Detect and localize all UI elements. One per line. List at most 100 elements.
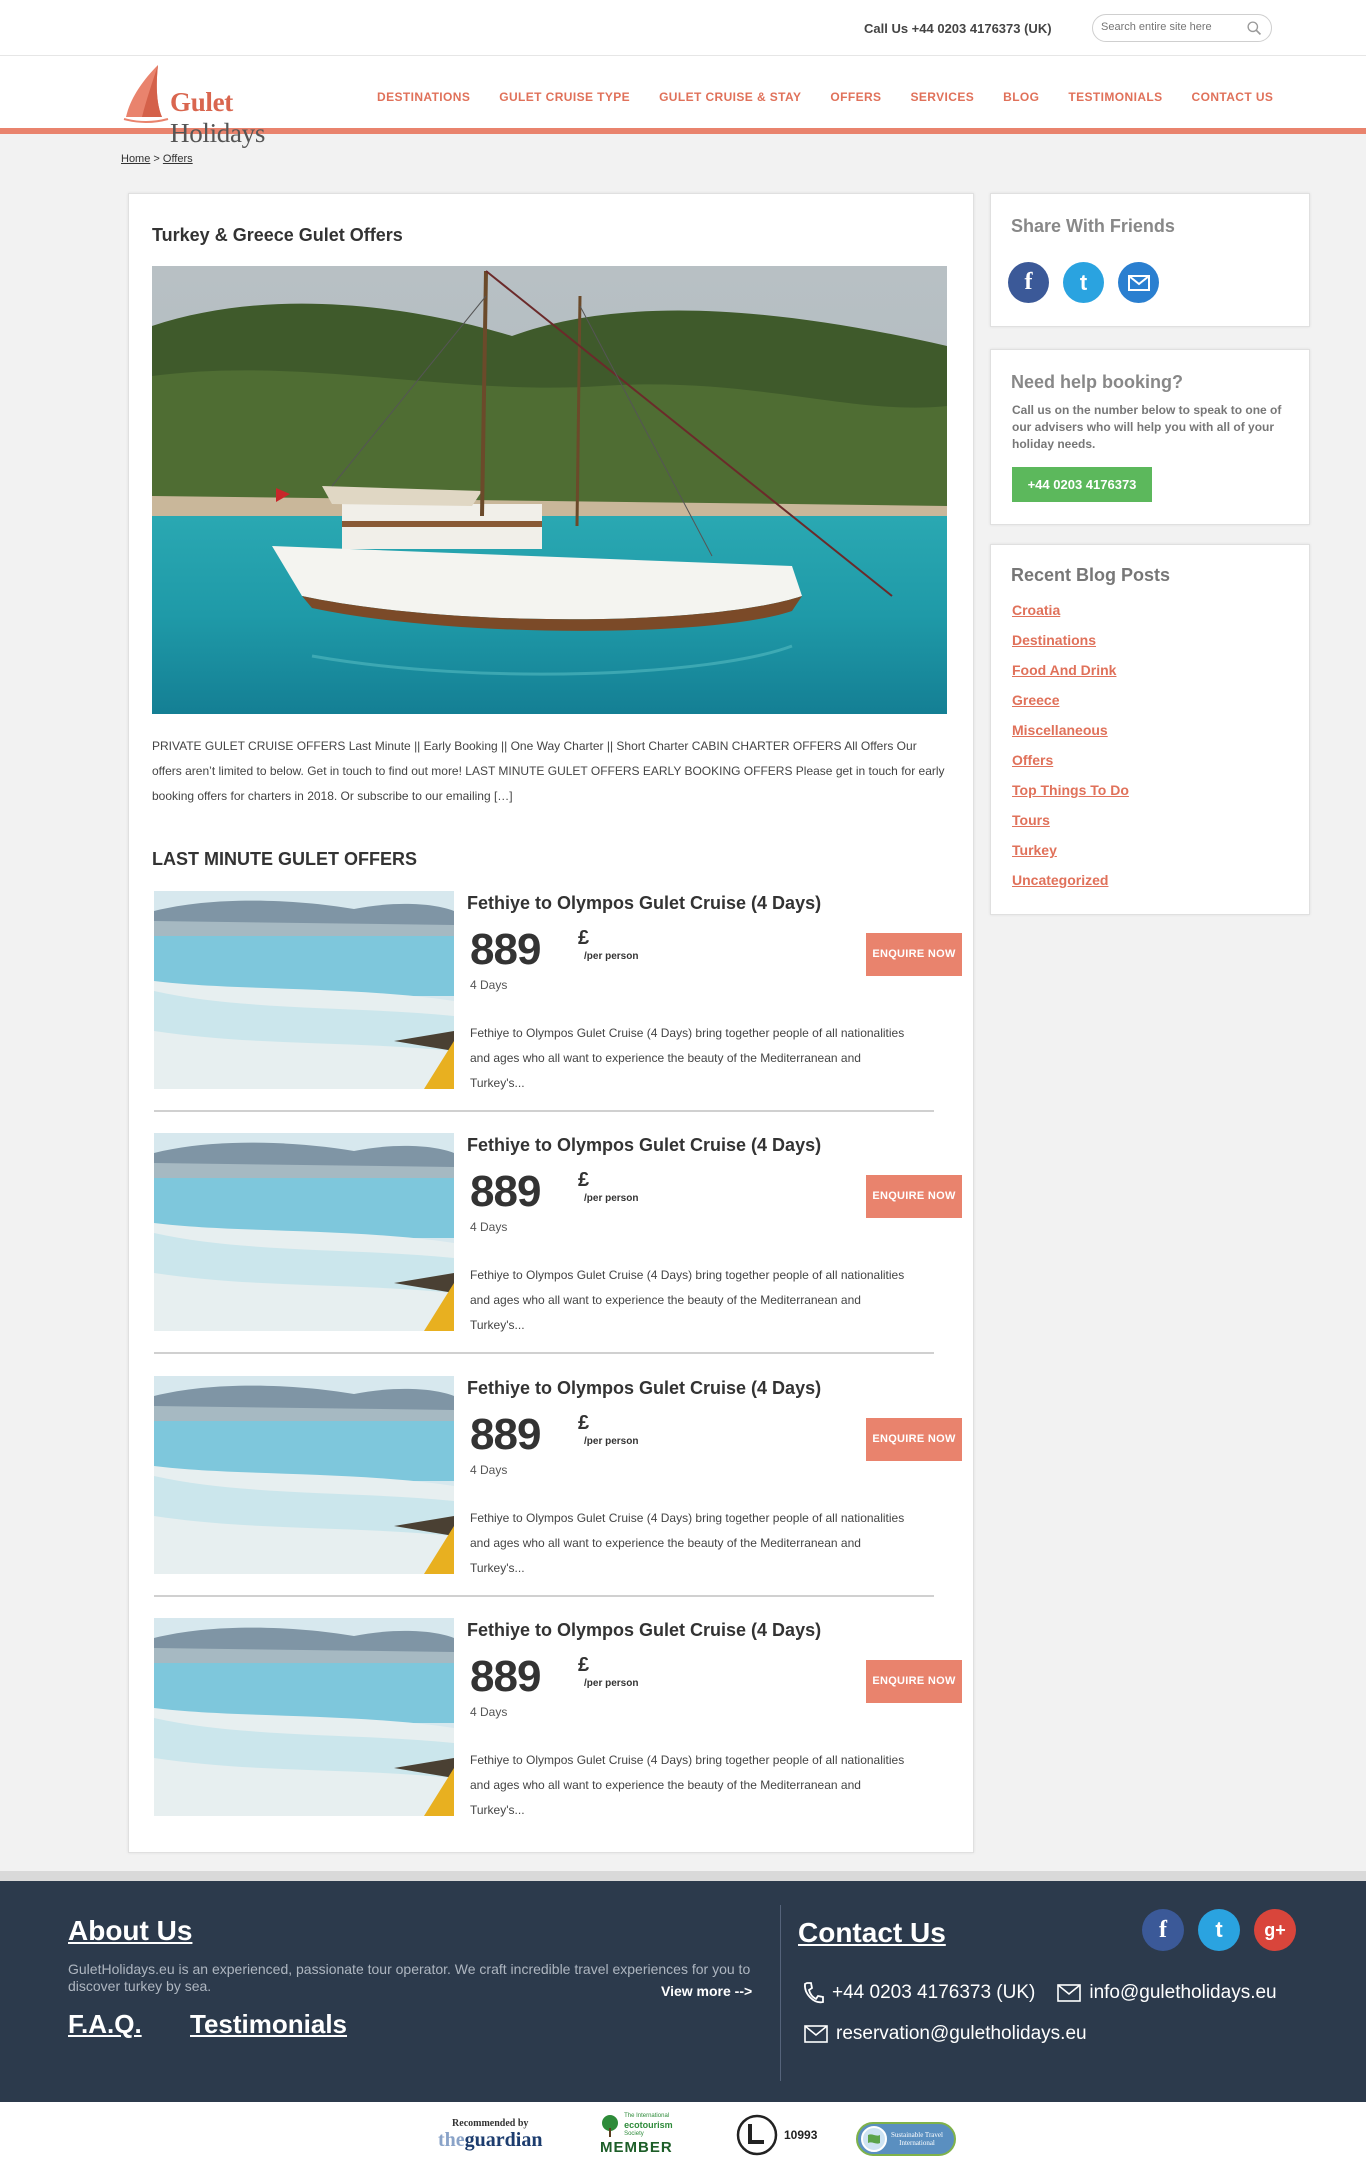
- offer-divider: [154, 1110, 934, 1112]
- twitter-icon[interactable]: t: [1063, 262, 1104, 303]
- site-footer: About Us GuletHolidays.eu is an experien…: [0, 1871, 1366, 2102]
- nav-destinations[interactable]: DESTINATIONS: [377, 90, 470, 104]
- hero-image-gulet: [152, 266, 947, 714]
- offer-title[interactable]: Fethiye to Olympos Gulet Cruise (4 Days): [467, 1620, 821, 1641]
- offer-beach-image[interactable]: [154, 1618, 454, 1816]
- share-icons: f t: [1008, 262, 1159, 303]
- facebook-icon[interactable]: f: [1008, 262, 1049, 303]
- footer-reservation-email[interactable]: reservation@guletholidays.eu: [836, 2023, 1087, 2045]
- site-logo[interactable]: Gulet Holidays: [122, 63, 332, 148]
- nav-contact-us[interactable]: CONTACT US: [1192, 90, 1274, 104]
- mail-icon: [1057, 1984, 1082, 2002]
- breadcrumb-current[interactable]: Offers: [163, 153, 193, 165]
- footer-faq-link[interactable]: F.A.Q.: [68, 2009, 142, 2040]
- google-plus-icon[interactable]: g+: [1254, 1909, 1296, 1951]
- blog-link-greece[interactable]: Greece: [1012, 692, 1059, 708]
- blog-link-croatia[interactable]: Croatia: [1012, 602, 1060, 618]
- guardian-logo[interactable]: Recommended by theguardian: [438, 2118, 542, 2151]
- footer-contact-link[interactable]: Contact Us: [798, 1917, 946, 1949]
- section-title: LAST MINUTE GULET OFFERS: [152, 849, 417, 869]
- blog-link-turkey[interactable]: Turkey: [1012, 842, 1057, 858]
- blog-link-food-and-drink[interactable]: Food And Drink: [1012, 662, 1116, 678]
- enquire-now-button[interactable]: ENQUIRE NOW: [866, 1418, 962, 1461]
- main-menu: DESTINATIONS GULET CRUISE TYPE GULET CRU…: [377, 90, 1302, 104]
- footer-divider: [780, 1905, 781, 2081]
- enquire-now-button[interactable]: ENQUIRE NOW: [866, 1175, 962, 1218]
- sustainable-travel-logo[interactable]: Sustainable Travel International: [856, 2122, 956, 2156]
- breadcrumb-separator: >: [150, 153, 163, 165]
- offer-beach-image[interactable]: [154, 1376, 454, 1574]
- blog-list: Croatia Destinations Food And Drink Gree…: [1012, 602, 1129, 902]
- email-icon[interactable]: [1118, 262, 1159, 303]
- call-phone-button[interactable]: +44 0203 4176373: [1012, 467, 1152, 502]
- blog-link-miscellaneous[interactable]: Miscellaneous: [1012, 722, 1108, 738]
- footer-phone[interactable]: +44 0203 4176373 (UK): [832, 1982, 1035, 2004]
- page-title: Turkey & Greece Gulet Offers: [152, 225, 403, 245]
- search-input[interactable]: [1101, 21, 1241, 33]
- blog-item: Greece: [1012, 692, 1129, 722]
- enquire-now-button[interactable]: ENQUIRE NOW: [866, 1660, 962, 1703]
- help-booking-widget: Need help booking? Call us on the number…: [990, 349, 1310, 525]
- offer-beach-image[interactable]: [154, 1133, 454, 1331]
- offer-price: 889: [470, 1167, 541, 1216]
- footer-testimonials-link[interactable]: Testimonials: [190, 2009, 347, 2040]
- sail-logo-icon: [123, 65, 169, 123]
- footer-email[interactable]: info@guletholidays.eu: [1089, 1982, 1276, 2004]
- intro-text: PRIVATE GULET CRUISE OFFERS Last Minute …: [152, 739, 945, 803]
- offer-description: Fethiye to Olympos Gulet Cruise (4 Days)…: [470, 1026, 905, 1090]
- offer-card: Fethiye to Olympos Gulet Cruise (4 Days)…: [154, 1133, 962, 1354]
- nav-gulet-cruise-type[interactable]: GULET CRUISE TYPE: [499, 90, 630, 104]
- header-phone[interactable]: Call Us +44 0203 4176373 (UK): [864, 21, 1052, 36]
- facebook-icon[interactable]: f: [1142, 1909, 1184, 1951]
- twitter-icon[interactable]: t: [1198, 1909, 1240, 1951]
- mail-icon: [804, 2025, 828, 2043]
- blog-link-destinations[interactable]: Destinations: [1012, 632, 1096, 648]
- footer-about-link[interactable]: About Us: [68, 1915, 192, 1947]
- partner-logos: Recommended by theguardian The Internati…: [0, 2102, 1366, 2182]
- ecotourism-logo[interactable]: The International ecotourism Society MEM…: [600, 2112, 673, 2156]
- nav-testimonials[interactable]: TESTIMONIALS: [1068, 90, 1162, 104]
- offer-description: Fethiye to Olympos Gulet Cruise (4 Days)…: [470, 1511, 905, 1575]
- tree-icon: [602, 2114, 619, 2137]
- blog-link-tours[interactable]: Tours: [1012, 812, 1050, 828]
- footer-view-more-link[interactable]: View more -->: [661, 1983, 752, 1999]
- offer-duration: 4 Days: [470, 1220, 508, 1234]
- nav-offers[interactable]: OFFERS: [830, 90, 881, 104]
- offer-price: 889: [470, 1652, 541, 1701]
- offer-beach-image[interactable]: [154, 891, 454, 1089]
- phone-icon: [804, 1982, 824, 2004]
- offer-divider: [154, 1352, 934, 1354]
- blog-item: Tours: [1012, 812, 1129, 842]
- offer-title[interactable]: Fethiye to Olympos Gulet Cruise (4 Days): [467, 1378, 821, 1399]
- offer-price: 889: [470, 925, 541, 974]
- nav-gulet-cruise-stay[interactable]: GULET CRUISE & STAY: [659, 90, 801, 104]
- breadcrumb-home[interactable]: Home: [121, 153, 150, 165]
- globe-icon: [861, 2126, 887, 2152]
- recent-blog-posts: Recent Blog Posts Croatia Destinations F…: [990, 544, 1310, 915]
- offer-price: 889: [470, 1410, 541, 1459]
- nav-blog[interactable]: BLOG: [1003, 90, 1039, 104]
- help-title: Need help booking?: [1011, 372, 1184, 392]
- blog-link-uncategorized[interactable]: Uncategorized: [1012, 872, 1108, 888]
- search-icon[interactable]: [1246, 20, 1263, 37]
- blog-item: Food And Drink: [1012, 662, 1129, 692]
- offer-title[interactable]: Fethiye to Olympos Gulet Cruise (4 Days): [467, 1135, 821, 1156]
- offer-per-person: /per person: [584, 951, 639, 962]
- offer-currency: £: [578, 1169, 590, 1191]
- nav-services[interactable]: SERVICES: [910, 90, 974, 104]
- blog-item: Croatia: [1012, 602, 1129, 632]
- blog-link-offers[interactable]: Offers: [1012, 752, 1053, 768]
- offer-duration: 4 Days: [470, 1463, 508, 1477]
- offer-per-person: /per person: [584, 1678, 639, 1689]
- blog-link-top-things-to-do[interactable]: Top Things To Do: [1012, 782, 1129, 798]
- search-box[interactable]: [1092, 14, 1272, 42]
- offer-title[interactable]: Fethiye to Olympos Gulet Cruise (4 Days): [467, 893, 821, 914]
- footer-reservation-line: reservation@guletholidays.eu: [804, 2023, 1087, 2045]
- blog-item: Uncategorized: [1012, 872, 1129, 902]
- share-title: Share With Friends: [1011, 216, 1175, 236]
- tursab-license-logo[interactable]: 10993: [736, 2114, 817, 2156]
- enquire-now-button[interactable]: ENQUIRE NOW: [866, 933, 962, 976]
- blog-item: Destinations: [1012, 632, 1129, 662]
- footer-social-icons: f t g+: [1142, 1909, 1296, 1951]
- offer-duration: 4 Days: [470, 978, 508, 992]
